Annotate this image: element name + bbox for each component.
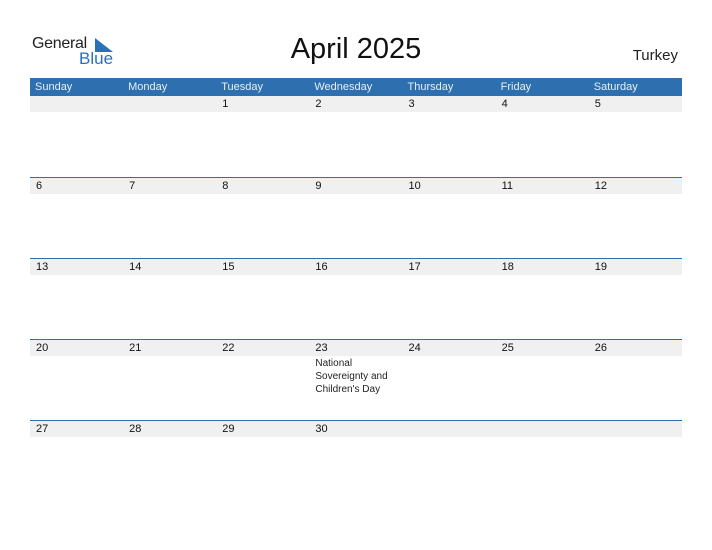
- day-number: 2: [315, 98, 322, 110]
- day-cell: [30, 96, 123, 112]
- day-number: 13: [36, 261, 49, 273]
- day-cell: 6: [30, 178, 123, 194]
- weekday-sunday: Sunday: [35, 81, 73, 93]
- country-label: Turkey: [632, 47, 678, 64]
- weekday-monday: Monday: [128, 81, 168, 93]
- day-cell: 19: [589, 259, 682, 275]
- day-number: [36, 96, 123, 112]
- day-number: 9: [315, 180, 322, 192]
- day-number: 21: [129, 342, 142, 354]
- day-cell: 14: [123, 259, 216, 275]
- day-cell: 30: [309, 421, 402, 437]
- day-number: 15: [222, 261, 235, 273]
- day-number: 1: [222, 98, 229, 110]
- day-number: 30: [315, 423, 328, 435]
- weekday-thursday: Thursday: [407, 81, 454, 93]
- day-cell: 11: [496, 178, 589, 194]
- day-number: 24: [408, 342, 421, 354]
- day-number: 27: [36, 423, 49, 435]
- day-cell: 18: [496, 259, 589, 275]
- weekday-saturday: Saturday: [593, 81, 638, 93]
- day-number: 25: [501, 342, 514, 354]
- day-number: 3: [408, 98, 415, 110]
- weekday-wednesday: Wednesday: [314, 81, 373, 93]
- day-number: 14: [129, 261, 142, 273]
- day-cell: 3: [403, 96, 496, 112]
- day-cell: 4: [496, 96, 589, 112]
- day-cell: 8: [216, 178, 309, 194]
- day-cell: 12: [589, 178, 682, 194]
- day-number: 19: [594, 261, 607, 273]
- day-number: 4: [501, 98, 508, 110]
- weekday-header: Sunday Monday Tuesday Wednesday Thursday…: [30, 78, 682, 96]
- week-cells: 13 14 15 16 17 18 19: [30, 259, 682, 275]
- day-number: [595, 421, 682, 437]
- day-number: 29: [222, 423, 235, 435]
- week-row: 20 21 22 23 National Sovereignty and Childre…: [30, 339, 682, 420]
- day-number: 6: [36, 180, 43, 192]
- day-cell: [123, 96, 216, 112]
- day-cell: 10: [403, 178, 496, 194]
- day-cell: 21: [123, 340, 216, 396]
- day-cell: 29: [216, 421, 309, 437]
- day-number: 7: [129, 180, 136, 192]
- day-cell: 27: [30, 421, 123, 437]
- page-title: April 2025: [290, 33, 422, 65]
- day-number: 17: [408, 261, 421, 273]
- day-cell: [496, 421, 589, 437]
- day-cell: 7: [123, 178, 216, 194]
- day-number: [129, 96, 216, 112]
- week-cells: 1 2 3 4 5: [30, 96, 682, 112]
- week-row: 27 28 29 30: [30, 420, 682, 501]
- day-cell: 20: [30, 340, 123, 396]
- day-cell: 1: [216, 96, 309, 112]
- weekday-friday: Friday: [500, 81, 532, 93]
- weeks-container: 1 2 3 4 5 6 7 8 9 10 11 12 13 14 15 16 17 18 19 20 21 22 23 Nat…: [30, 96, 682, 501]
- day-cell: 26: [589, 340, 682, 396]
- day-number: 18: [501, 261, 514, 273]
- day-number: 5: [594, 98, 601, 110]
- day-number: 11: [501, 180, 514, 192]
- day-cell: 2: [309, 96, 402, 112]
- day-cell: 13: [30, 259, 123, 275]
- week-cells: 20 21 22 23 National Sovereignty and Childre…: [30, 340, 682, 396]
- day-cell: 15: [216, 259, 309, 275]
- calendar-grid: Sunday Monday Tuesday Wednesday Thursday…: [30, 78, 682, 501]
- day-number: 22: [222, 342, 235, 354]
- day-number: 8: [222, 180, 229, 192]
- day-cell: 9: [309, 178, 402, 194]
- day-number: 10: [408, 180, 421, 192]
- day-number: [409, 421, 496, 437]
- day-cell: 24: [403, 340, 496, 396]
- week-row: 13 14 15 16 17 18 19: [30, 258, 682, 339]
- day-number: 26: [594, 342, 607, 354]
- week-row: 1 2 3 4 5: [30, 96, 682, 177]
- day-number: 16: [315, 261, 328, 273]
- holiday-event: National Sovereignty and Children's Day: [315, 358, 388, 395]
- day-cell: 5: [589, 96, 682, 112]
- week-row: 6 7 8 9 10 11 12: [30, 177, 682, 258]
- day-number: 28: [129, 423, 142, 435]
- day-cell: [589, 421, 682, 437]
- week-cells: 6 7 8 9 10 11 12: [30, 178, 682, 194]
- day-cell: 16: [309, 259, 402, 275]
- day-number: 20: [36, 342, 49, 354]
- weekday-tuesday: Tuesday: [221, 81, 264, 93]
- day-cell: 25: [496, 340, 589, 396]
- day-number: 12: [594, 180, 607, 192]
- day-cell: 28: [123, 421, 216, 437]
- day-cell: 23 National Sovereignty and Children's Da…: [309, 340, 402, 396]
- day-cell: 17: [403, 259, 496, 275]
- day-number: 23: [315, 342, 328, 354]
- day-cell: 22: [216, 340, 309, 396]
- week-cells: 27 28 29 30: [30, 421, 682, 437]
- day-number: [502, 421, 589, 437]
- day-cell: [403, 421, 496, 437]
